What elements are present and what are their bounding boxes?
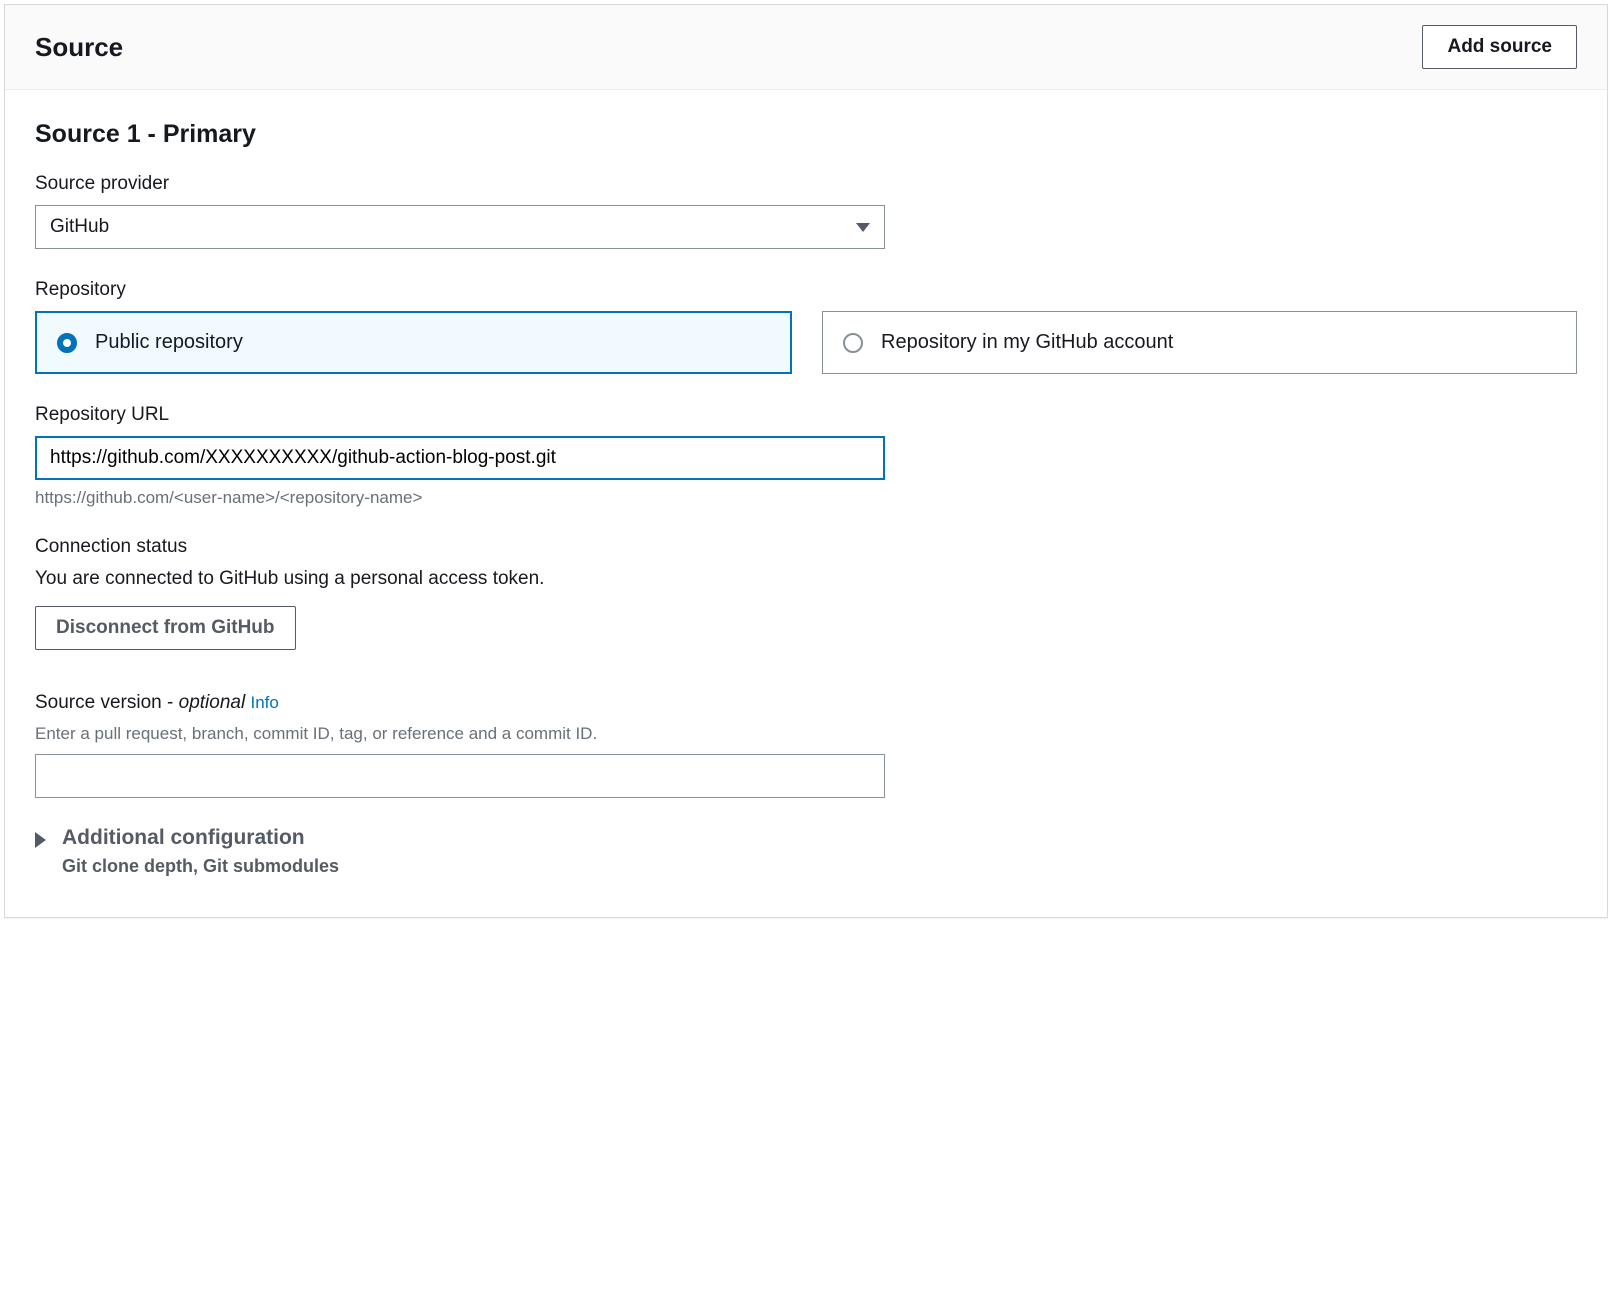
- connection-status-field: Connection status You are connected to G…: [35, 536, 1577, 682]
- source-version-info-link[interactable]: Info: [250, 693, 278, 712]
- repository-url-input[interactable]: [35, 436, 885, 480]
- radio-public-label: Public repository: [95, 331, 243, 354]
- source-version-optional: optional: [179, 692, 246, 713]
- repository-label: Repository: [35, 279, 1577, 301]
- source-provider-select-wrapper: GitHub: [35, 205, 885, 249]
- additional-configuration-subtitle: Git clone depth, Git submodules: [62, 856, 339, 877]
- radio-account-repository[interactable]: Repository in my GitHub account: [822, 311, 1577, 374]
- source-version-input[interactable]: [35, 754, 885, 798]
- additional-configuration-toggle[interactable]: Additional configuration Git clone depth…: [35, 826, 1577, 877]
- panel-title: Source: [35, 32, 123, 63]
- source-version-hint: Enter a pull request, branch, commit ID,…: [35, 724, 1577, 744]
- repository-radio-group: Public repository Repository in my GitHu…: [35, 311, 1577, 374]
- caret-right-icon: [35, 832, 46, 848]
- repository-field: Repository Public repository Repository …: [35, 279, 1577, 374]
- source-provider-select[interactable]: GitHub: [35, 205, 885, 249]
- radio-public-repository[interactable]: Public repository: [35, 311, 792, 374]
- radio-selected-icon: [57, 333, 77, 353]
- source-version-label-text: Source version -: [35, 692, 179, 713]
- connection-status-label: Connection status: [35, 536, 1577, 558]
- source-1-heading: Source 1 - Primary: [35, 120, 1577, 149]
- source-version-label: Source version - optional Info: [35, 692, 1577, 714]
- source-version-field: Source version - optional Info Enter a p…: [35, 692, 1577, 798]
- repository-url-field: Repository URL https://github.com/<user-…: [35, 404, 1577, 508]
- caret-down-icon: [856, 223, 870, 232]
- repository-url-label: Repository URL: [35, 404, 1577, 426]
- add-source-button[interactable]: Add source: [1422, 25, 1577, 69]
- additional-configuration-title: Additional configuration: [62, 826, 339, 850]
- source-provider-label: Source provider: [35, 173, 1577, 195]
- repository-url-hint: https://github.com/<user-name>/<reposito…: [35, 488, 1577, 508]
- panel-body: Source 1 - Primary Source provider GitHu…: [5, 90, 1607, 917]
- radio-unselected-icon: [843, 333, 863, 353]
- connection-status-text: You are connected to GitHub using a pers…: [35, 568, 1577, 590]
- disconnect-github-button[interactable]: Disconnect from GitHub: [35, 606, 296, 650]
- additional-configuration-text: Additional configuration Git clone depth…: [62, 826, 339, 877]
- radio-account-label: Repository in my GitHub account: [881, 331, 1173, 354]
- panel-header: Source Add source: [5, 5, 1607, 90]
- source-panel: Source Add source Source 1 - Primary Sou…: [4, 4, 1608, 918]
- source-provider-value: GitHub: [50, 216, 109, 238]
- source-provider-field: Source provider GitHub: [35, 173, 1577, 249]
